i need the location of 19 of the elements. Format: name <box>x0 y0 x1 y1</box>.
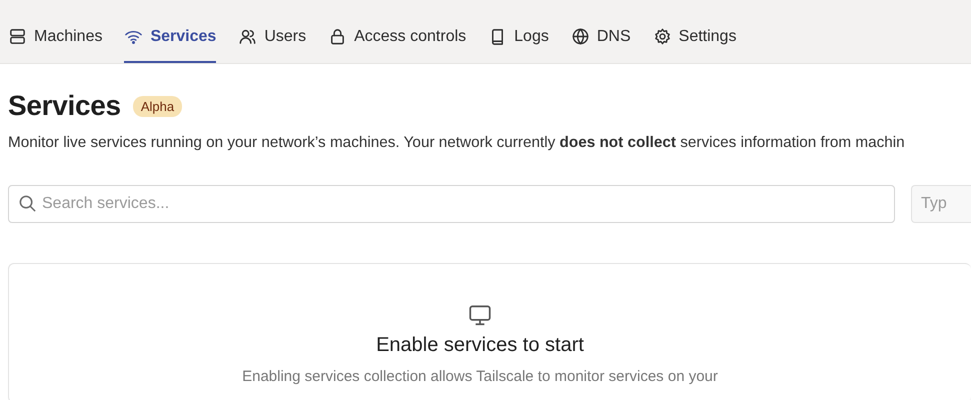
nav-tab[interactable]: Machines <box>8 0 102 63</box>
settings-icon <box>652 27 672 46</box>
type-filter-field[interactable]: Typ <box>911 185 971 223</box>
empty-state-text: Enabling services collection allows Tailscale to monitor services on your <box>242 368 718 385</box>
nav-tab[interactable]: Users <box>238 0 306 63</box>
nav-tab[interactable]: Access controls <box>328 0 466 63</box>
globe-icon <box>570 27 590 46</box>
empty-state-title: Enable services to start <box>376 334 584 357</box>
nav-tab[interactable]: DNS <box>570 0 631 63</box>
nav-tab[interactable]: Services <box>124 0 216 63</box>
nav-tab[interactable]: Logs <box>488 0 549 63</box>
search-field[interactable]: Search services... <box>8 185 895 223</box>
server-icon <box>8 27 27 46</box>
alpha-badge: Alpha <box>132 96 182 116</box>
nav-tab[interactable]: Settings <box>652 0 736 63</box>
users-icon <box>238 27 258 46</box>
search-icon <box>18 194 37 213</box>
page-description: Monitor live services running on your network’s machines. Your network currently does not collect services information from machin <box>8 134 906 152</box>
page-title: Services <box>8 90 121 122</box>
